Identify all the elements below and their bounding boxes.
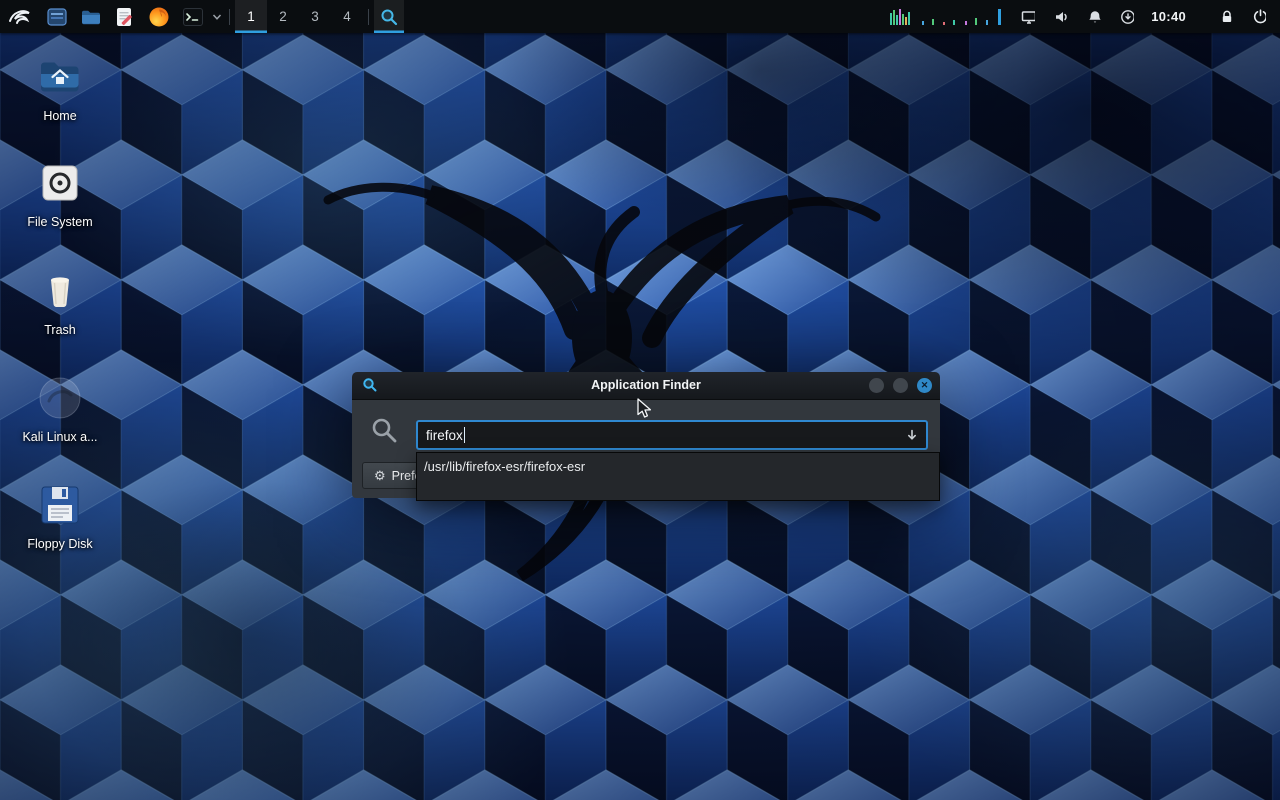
text-editor-launcher[interactable] — [108, 0, 142, 33]
log-out-button[interactable] — [1246, 0, 1272, 33]
minimize-button[interactable] — [869, 378, 884, 393]
cpu-graph-icon — [890, 5, 1008, 29]
system-monitor-graph[interactable] — [890, 5, 1008, 29]
panel-separator — [368, 9, 369, 25]
firefox-launcher[interactable] — [142, 0, 176, 33]
kali-docs-icon — [37, 373, 83, 423]
power-icon — [1252, 8, 1266, 25]
desktop-icon-trash[interactable]: Trash — [6, 266, 114, 337]
text-editor-icon — [113, 5, 137, 29]
trash-icon — [39, 266, 81, 316]
desktop-icon-label: Kali Linux a... — [22, 430, 97, 444]
desktop-icon-label: Home — [43, 109, 76, 123]
desktop-icon-label: File System — [27, 215, 92, 229]
files-icon — [45, 5, 69, 29]
desktop-icon-floppy-disk[interactable]: Floppy Disk — [6, 480, 114, 551]
completion-popup: /usr/lib/firefox-esr/firefox-esr — [416, 452, 940, 501]
panel-separator — [229, 9, 230, 25]
notifications-tray-button[interactable] — [1081, 0, 1107, 33]
firefox-icon — [147, 5, 171, 29]
workspace-3-button[interactable]: 3 — [299, 0, 331, 33]
desktop-icon-home[interactable]: Home — [6, 52, 114, 123]
home-icon — [37, 52, 83, 102]
close-button[interactable]: ✕ — [917, 378, 932, 393]
desktop-icon-label: Trash — [44, 323, 76, 337]
dropdown-arrow-icon[interactable] — [904, 427, 920, 448]
floppy-disk-icon — [38, 480, 82, 530]
display-tray-button[interactable] — [1015, 0, 1041, 33]
workspace-4-button[interactable]: 4 — [331, 0, 363, 33]
application-finder-button[interactable] — [374, 0, 404, 33]
kali-menu-button[interactable] — [0, 0, 40, 33]
panel-right: 10:40 — [890, 0, 1280, 33]
file-system-icon — [38, 158, 82, 208]
workspace-switcher: 1 2 3 4 — [235, 0, 363, 33]
maximize-button[interactable] — [893, 378, 908, 393]
top-panel: 1 2 3 4 — [0, 0, 1280, 33]
panel-left: 1 2 3 4 — [0, 0, 404, 33]
lock-icon — [1219, 9, 1233, 25]
files-launcher[interactable] — [40, 0, 74, 33]
desktop-icon-label: Floppy Disk — [27, 537, 92, 551]
workspace-2-button[interactable]: 2 — [267, 0, 299, 33]
text-caret — [464, 427, 466, 443]
volume-icon — [1054, 9, 1068, 25]
volume-tray-button[interactable] — [1048, 0, 1074, 33]
application-finder-window: Application Finder ✕ firefox ⚙ — [352, 372, 940, 498]
close-icon: ✕ — [921, 381, 929, 390]
desktop-icon-file-system[interactable]: File System — [6, 158, 114, 229]
search-input-value: firefox — [426, 428, 463, 443]
window-title: Application Finder — [352, 372, 940, 399]
display-icon — [1021, 9, 1035, 25]
clock[interactable]: 10:40 — [1151, 9, 1186, 24]
terminal-launcher[interactable] — [176, 0, 210, 33]
search-icon — [380, 8, 398, 26]
gear-icon: ⚙ — [374, 468, 386, 484]
updates-tray-button[interactable] — [1114, 0, 1140, 33]
bell-icon — [1087, 9, 1101, 25]
folder-icon — [79, 5, 103, 29]
search-icon — [370, 416, 398, 449]
titlebar[interactable]: Application Finder ✕ — [352, 372, 940, 400]
desktop-icon-kali-docs[interactable]: Kali Linux a... — [6, 373, 114, 444]
kali-logo-icon — [7, 4, 33, 30]
chevron-down-icon — [212, 13, 222, 21]
workspace-1-button[interactable]: 1 — [235, 0, 267, 33]
terminal-icon — [181, 5, 205, 29]
search-input[interactable]: firefox — [416, 420, 928, 450]
updates-icon — [1120, 9, 1134, 25]
terminal-dropdown-button[interactable] — [210, 0, 224, 33]
file-manager-launcher[interactable] — [74, 0, 108, 33]
screen-lock-button[interactable] — [1213, 0, 1239, 33]
completion-item[interactable]: /usr/lib/firefox-esr/firefox-esr — [417, 453, 939, 479]
